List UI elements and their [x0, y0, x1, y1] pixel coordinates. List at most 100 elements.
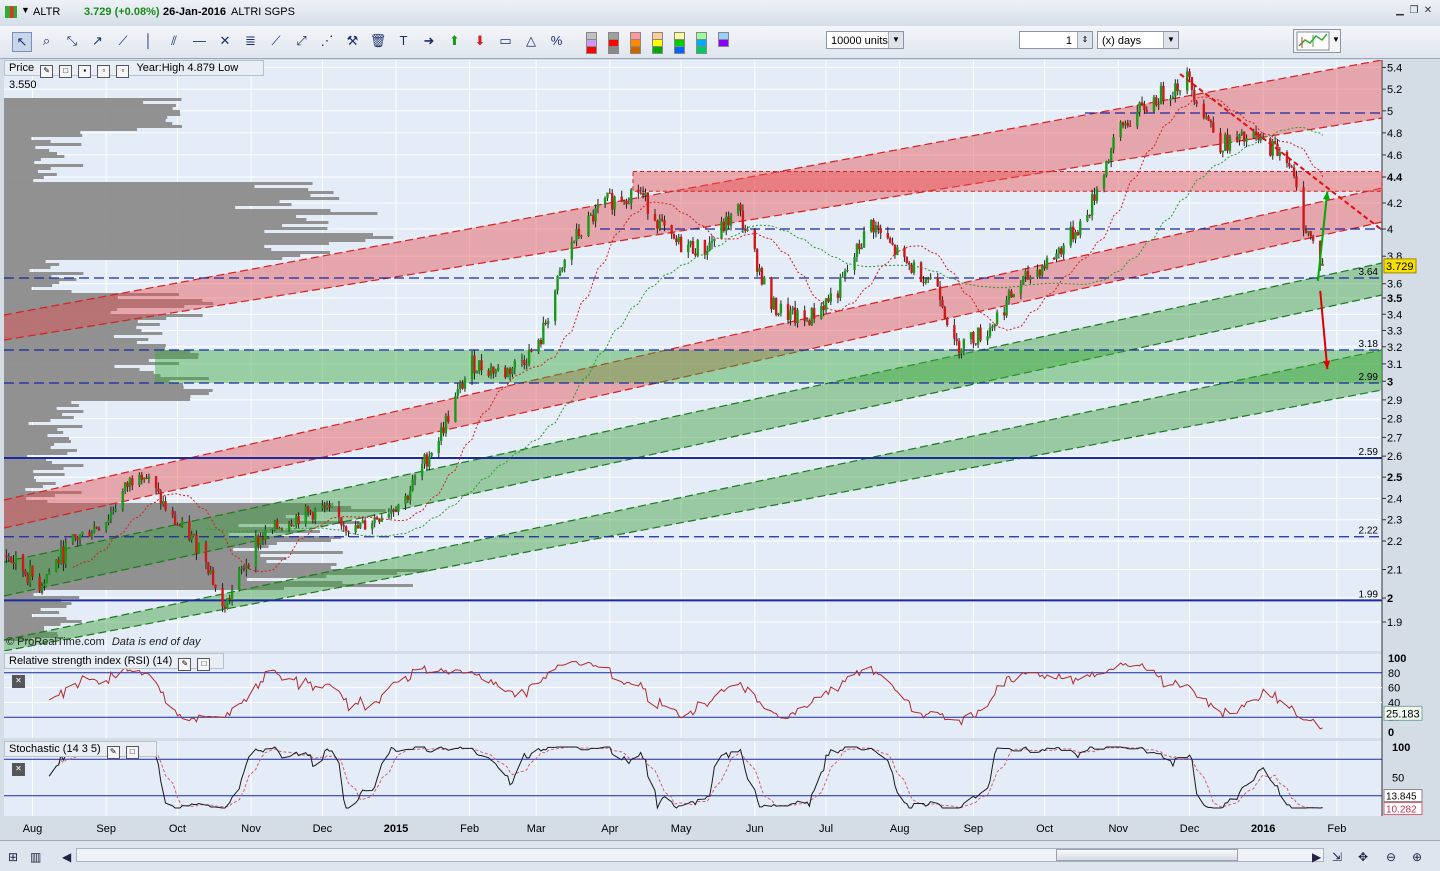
- autoscroll-icon[interactable]: ⇲: [1332, 850, 1342, 864]
- volume-bar: [4, 110, 180, 113]
- volume-bar: [4, 470, 34, 473]
- close-icon[interactable]: ✕: [12, 763, 25, 776]
- volume-bar: [4, 479, 37, 482]
- maximize-icon[interactable]: □: [125, 746, 139, 759]
- maximize-icon[interactable]: □: [197, 658, 211, 671]
- zoom-in-icon[interactable]: ⊕: [1412, 850, 1422, 864]
- candle-icon[interactable]: ▥: [30, 850, 41, 864]
- candle-body: [207, 562, 210, 574]
- x-tick-label: May: [671, 823, 692, 835]
- candle-body: [1102, 175, 1106, 189]
- candle-body: [922, 282, 925, 284]
- candle-body: [1022, 276, 1025, 285]
- y-tick-label: 4: [1387, 224, 1393, 236]
- candle-body: [321, 505, 324, 509]
- chart-type-icon[interactable]: ⊞: [8, 850, 18, 864]
- wrench-icon[interactable]: ✎: [178, 658, 192, 671]
- candle-body: [943, 307, 947, 319]
- x-tick-label: Mar: [527, 823, 546, 835]
- candle-body: [487, 370, 490, 376]
- candle-body: [542, 322, 545, 345]
- candle-body: [1171, 96, 1175, 99]
- volume-bar: [4, 485, 43, 488]
- candle-body: [810, 308, 813, 326]
- candle-body: [209, 570, 212, 574]
- candle-body: [413, 475, 417, 480]
- candle-body: [378, 519, 381, 522]
- candle-body: [953, 325, 956, 339]
- volume-bar: [4, 131, 81, 134]
- candle-body: [242, 567, 246, 570]
- candle-body: [55, 559, 58, 572]
- candle-body: [808, 320, 811, 326]
- candle-body: [1124, 123, 1127, 126]
- candle-body: [128, 478, 132, 487]
- settings-icon[interactable]: ▫: [97, 65, 111, 78]
- candle-body: [779, 303, 783, 314]
- candle-body: [1292, 167, 1296, 177]
- volume-bar: [4, 149, 50, 152]
- candle-body: [1245, 138, 1248, 142]
- scroll-thumb[interactable]: [1056, 849, 1238, 861]
- y-tick-label: 3: [1387, 376, 1393, 388]
- candle-body: [691, 240, 695, 254]
- volume-bar: [4, 284, 53, 287]
- candle-body: [803, 310, 806, 322]
- lock-icon[interactable]: ▪: [78, 65, 92, 78]
- link-icon[interactable]: ▫: [116, 65, 130, 78]
- candle-body: [314, 508, 317, 520]
- candle-body: [608, 192, 612, 194]
- candle-body: [827, 298, 830, 302]
- scroll-left-icon[interactable]: ◀: [62, 850, 71, 864]
- stoch-tick-label: 50: [1392, 773, 1404, 785]
- zoom-out-icon[interactable]: ⊖: [1386, 850, 1396, 864]
- candle-body: [805, 320, 809, 322]
- x-tick-label: Feb: [460, 823, 479, 835]
- candle-body: [520, 359, 524, 361]
- level-label: 2.59: [1359, 447, 1379, 458]
- candle-body: [504, 367, 507, 378]
- candle-body: [506, 368, 509, 378]
- maximize-icon[interactable]: □: [59, 65, 73, 78]
- candle-body: [40, 585, 44, 591]
- candle-body: [1278, 152, 1282, 156]
- candle-body: [195, 534, 198, 554]
- wrench-icon[interactable]: ✎: [106, 746, 120, 759]
- volume-bar: [4, 182, 313, 185]
- scroll-right-icon[interactable]: ▶: [1312, 850, 1321, 864]
- candle-body: [261, 536, 265, 540]
- volume-bar: [4, 263, 60, 266]
- x-tick-label: 2015: [384, 823, 408, 835]
- candle-body: [147, 476, 151, 479]
- candle-body: [411, 479, 414, 491]
- close-icon[interactable]: ✕: [12, 675, 25, 688]
- candle-body: [820, 306, 823, 319]
- candle-body: [458, 382, 462, 390]
- candle-body: [741, 210, 745, 229]
- y-tick-label: 2.2: [1387, 536, 1402, 548]
- candle-body: [739, 204, 742, 211]
- candle-body: [131, 478, 134, 486]
- candle-body: [1026, 271, 1030, 280]
- wrench-icon[interactable]: ✎: [40, 65, 54, 78]
- candle-body: [161, 501, 165, 505]
- x-tick-label: Sep: [96, 823, 116, 835]
- x-tick-label: Apr: [601, 823, 618, 835]
- candle-body: [995, 312, 999, 325]
- fit-icon[interactable]: ✥: [1358, 850, 1368, 864]
- volume-bar: [4, 344, 166, 347]
- candle-body: [43, 583, 46, 586]
- candle-body: [254, 535, 258, 567]
- volume-bar: [4, 146, 36, 149]
- current-price-value: 3.729: [1386, 261, 1414, 273]
- candle-body: [154, 476, 158, 489]
- candle-body: [763, 277, 766, 285]
- candle-body: [238, 568, 241, 591]
- candle-body: [257, 535, 260, 546]
- candle-body: [1295, 176, 1298, 188]
- candle-body: [371, 522, 374, 530]
- candle-body: [1269, 138, 1272, 156]
- volume-bar: [4, 419, 51, 422]
- volume-bar: [4, 251, 330, 254]
- price-chart[interactable]: Aug Sep Oct Nov Dec 2015 Feb Mar Apr May Jun Jul Aug…: [0, 0, 1440, 840]
